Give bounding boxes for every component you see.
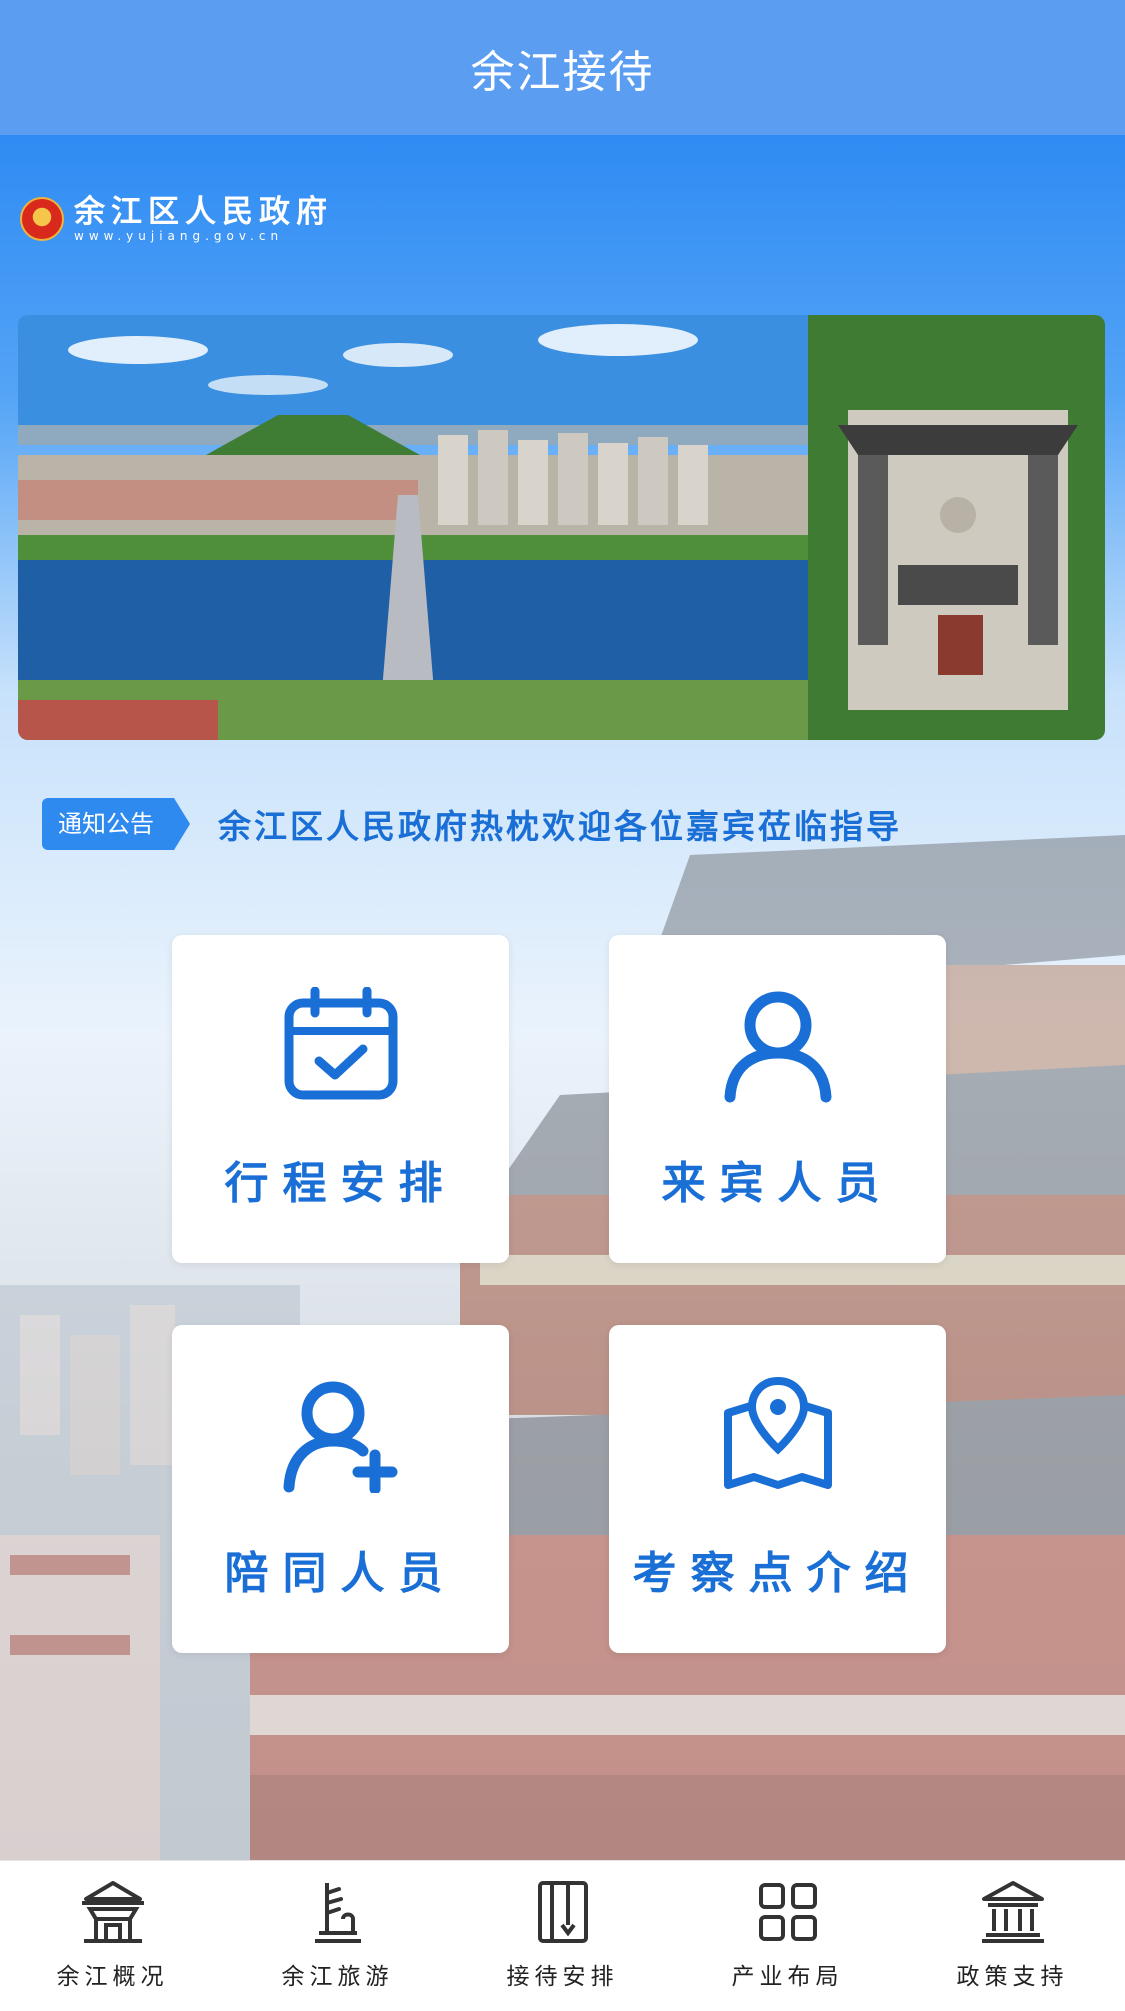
tab-yujiang-overview[interactable]: 余江概况: [0, 1861, 225, 2011]
background-scene: 余江区人民政府 www.yujiang.gov.cn 通知公告 余江区人民政府热…: [0, 135, 1125, 1860]
notice-tag: 通知公告: [42, 798, 190, 850]
tab-label: 政策支持: [956, 1964, 1069, 1990]
tab-reception-arrangement[interactable]: 接待安排: [450, 1861, 675, 2011]
card-label: 来宾人员: [661, 1158, 894, 1209]
brand-url: www.yujiang.gov.cn: [74, 229, 284, 243]
grid-icon: [758, 1883, 817, 1941]
page-title: 余江接待: [470, 46, 655, 98]
card-label: 考察点介绍: [632, 1548, 923, 1599]
government-brand: 余江区人民政府 www.yujiang.gov.cn: [20, 195, 333, 243]
map-pin-icon: [723, 1377, 832, 1489]
card-escorts[interactable]: 陪同人员: [172, 1325, 509, 1653]
card-sites[interactable]: 考察点介绍: [609, 1325, 946, 1653]
pavilion-icon: [81, 1881, 144, 1943]
tab-label: 产业布局: [731, 1964, 844, 1990]
card-itinerary[interactable]: 行程安排: [172, 935, 509, 1263]
book-icon: [537, 1881, 588, 1943]
tab-label: 余江概况: [56, 1964, 169, 1990]
tab-industry-layout[interactable]: 产业布局: [675, 1861, 900, 2011]
notice-text: 余江区人民政府热枕欢迎各位嘉宾莅临指导: [218, 807, 902, 846]
person-icon: [724, 991, 831, 1103]
tab-yujiang-tourism[interactable]: 余江旅游: [225, 1861, 450, 2011]
card-label: 陪同人员: [224, 1548, 457, 1599]
person-add-icon: [283, 1381, 397, 1493]
national-emblem-icon: [20, 197, 64, 241]
tab-label: 余江旅游: [281, 1964, 394, 1990]
notice-bar[interactable]: 通知公告 余江区人民政府热枕欢迎各位嘉宾莅临指导: [42, 798, 902, 850]
app-header: 余江接待: [0, 0, 1125, 135]
government-building-icon: [981, 1881, 1044, 1943]
bottom-tab-bar: 余江概况 余江旅游 接待安排 产业布局 政策支持: [0, 1860, 1125, 2011]
tab-policy-support[interactable]: 政策支持: [900, 1861, 1125, 2011]
calendar-check-icon: [284, 987, 397, 1100]
banner-image[interactable]: [18, 315, 1105, 740]
tourism-icon: [314, 1883, 361, 1943]
card-label: 行程安排: [224, 1158, 457, 1209]
brand-name: 余江区人民政府: [74, 194, 333, 230]
card-guests[interactable]: 来宾人员: [609, 935, 946, 1263]
tab-label: 接待安排: [506, 1964, 619, 1990]
